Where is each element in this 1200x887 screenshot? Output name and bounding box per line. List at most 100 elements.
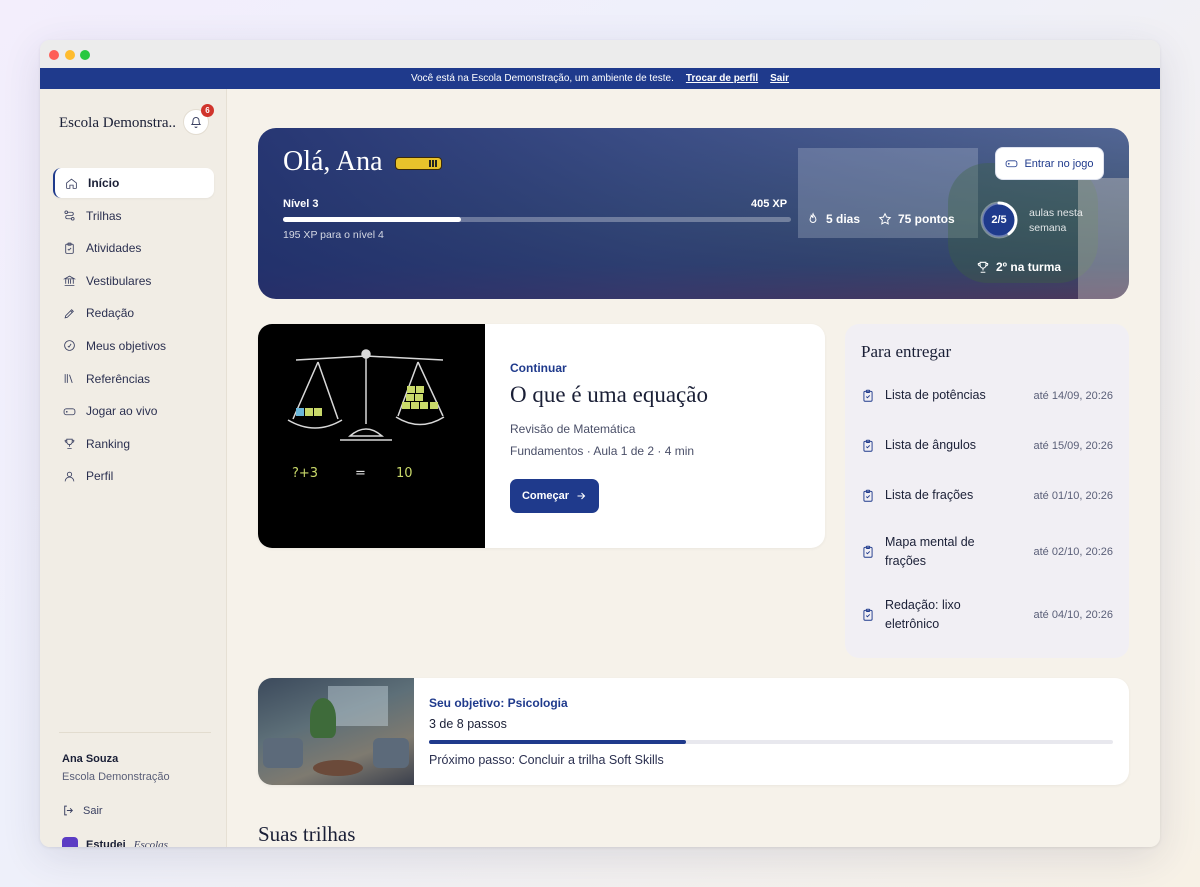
sidebar-item-label: Ranking [86,436,131,451]
goal-title: Seu objetivo: Psicologia [429,696,568,710]
lesson-meta: Fundamentos · Aula 1 de 2 · 4 min [510,444,695,458]
class-rank: 2º na turma [976,260,1061,274]
tracks-section-title: Suas trilhas [258,822,356,846]
sidebar-item-perfil[interactable]: Perfil [53,461,214,491]
continue-lesson-card[interactable]: ?+3 = 10 Continuar O que é uma equação R… [258,324,825,548]
goal-thumbnail-window [328,686,388,726]
weekly-lessons-value: 2/5 [991,214,1007,226]
due-item[interactable]: Lista de frações até 01/10, 20:26 [861,486,1113,505]
due-item-name: Mapa mental de frações [885,535,975,568]
logout-icon [64,805,73,816]
sidebar-item-label: Início [88,176,120,190]
class-rank-value: 2º na turma [996,260,1062,274]
user-school: Escola Demonstração [62,771,170,783]
sidebar-item-label: Redação [86,306,135,321]
lesson-thumbnail: ?+3 = 10 [258,324,485,548]
brand-suffix: Escolas [133,839,168,847]
app-window: Você está na Escola Demonstração, um amb… [40,40,1160,847]
goal-steps: 3 de 8 passos [429,717,507,731]
arrow-right-icon [577,492,586,500]
sidebar-item-label: Referências [86,371,151,386]
clipboard-check-icon [863,545,873,558]
library-icon [64,374,73,384]
trophy-icon [977,261,989,273]
board-equation-equals: = [355,466,366,481]
sidebar-item-label: Jogar ao vivo [86,404,158,419]
sidebar-logout-button[interactable]: Sair [62,804,103,817]
sidebar-item-jogar-ao-vivo[interactable]: Jogar ao vivo [53,396,214,426]
due-item[interactable]: Lista de potências até 14/09, 20:26 [861,386,1113,405]
xp-progress-fill [283,217,461,222]
sidebar-item-vestibulares[interactable]: Vestibulares [53,266,214,296]
sidebar-item-trilhas[interactable]: Trilhas [53,201,214,231]
goal-progress-fill [429,740,686,744]
due-item-name: Lista de ângulos [885,438,977,452]
board-equation-right: 10 [396,466,413,481]
due-item-date: até 15/09, 20:26 [1033,439,1113,452]
due-item[interactable]: Lista de ângulos até 15/09, 20:26 [861,436,1113,455]
due-item-date: até 01/10, 20:26 [1033,489,1113,502]
xp-next-level: 195 XP para o nível 4 [283,229,384,241]
goal-thumbnail-table [313,760,363,776]
sidebar-item-inicio[interactable]: Início [53,168,214,198]
pen-icon [64,308,74,319]
lesson-kicker: Continuar [510,361,567,375]
clipboard-check-icon [863,439,873,452]
route-icon [64,210,75,221]
streak-stat: 5 dias [806,212,860,226]
goal-thumbnail [258,678,414,785]
start-lesson-label: Começar [521,490,570,502]
sidebar-item-meus-objetivos[interactable]: Meus objetivos [53,331,214,361]
due-item[interactable]: Redação: lixo eletrônico até 04/10, 20:2… [861,596,1113,634]
notifications-button[interactable]: 6 [183,104,214,135]
sidebar-item-referencias[interactable]: Referências [53,364,214,394]
sidebar-item-label: Meus objetivos [86,338,167,353]
sidebar-item-redacao[interactable]: Redação [53,298,214,328]
due-item-date: até 14/09, 20:26 [1033,389,1113,402]
brand-name: Estudei [86,839,126,847]
hero-background-wall [1078,178,1129,299]
goal-thumbnail-plant [310,698,336,738]
minimize-window-button[interactable] [65,50,75,60]
due-item-date: até 04/10, 20:26 [1033,609,1113,621]
sidebar-item-ranking[interactable]: Ranking [53,429,214,459]
brand-logo [62,837,78,847]
board-equation-left: ?+3 [292,466,318,481]
sidebar-item-atividades[interactable]: Atividades [53,233,214,263]
points-stat: 75 pontos [878,212,955,226]
weekly-lessons-label: aulas nesta semana [1029,207,1083,234]
maximize-window-button[interactable] [80,50,90,60]
demo-banner-message: Você está na Escola Demonstração, um amb… [410,73,674,84]
lesson-title: O que é uma equação [510,382,708,407]
enter-game-button[interactable]: Entrar no jogo [995,147,1104,180]
sidebar-item-label: Atividades [86,241,142,256]
hero-banner: Olá, Ana Nível 3 405 XP 195 XP para o ní… [258,128,1129,299]
gamepad-icon [63,408,76,415]
close-window-button[interactable] [49,50,59,60]
clipboard-check-icon [863,608,873,621]
gamepad-icon [1006,160,1018,168]
school-header: Escola Demonstra... 6 [59,104,219,135]
goal-thumbnail-armchair [373,738,409,768]
sidebar-divider [59,732,211,733]
points-value: 75 pontos [898,212,955,226]
switch-profile-link[interactable]: Trocar de perfil [686,73,758,84]
due-item-date: até 02/10, 20:26 [1033,546,1113,558]
due-item[interactable]: Mapa mental de frações até 02/10, 20:26 [861,533,1113,571]
sidebar-logout-label: Sair [83,804,103,817]
sidebar-item-label: Perfil [86,469,114,484]
greeting: Olá, Ana [283,146,383,177]
notification-count-badge: 6 [201,104,214,117]
lesson-subject: Revisão de Matemática [510,422,636,436]
goal-thumbnail-armchair [263,738,303,768]
goal-next-step: Próximo passo: Concluir a trilha Soft Sk… [429,753,664,767]
clipboard-check-icon [863,389,873,402]
level-label: Nível 3 [283,198,319,210]
start-lesson-button[interactable]: Começar [510,479,599,513]
sidebar: Escola Demonstra... 6 Início Trilhas Ati… [40,89,227,847]
banner-logout-link[interactable]: Sair [770,73,789,84]
goal-card[interactable]: Seu objetivo: Psicologia 3 de 8 passos P… [258,678,1129,785]
enter-game-label: Entrar no jogo [1024,157,1094,170]
clipboard-check-icon [863,489,873,502]
sidebar-item-label: Trilhas [86,208,122,223]
